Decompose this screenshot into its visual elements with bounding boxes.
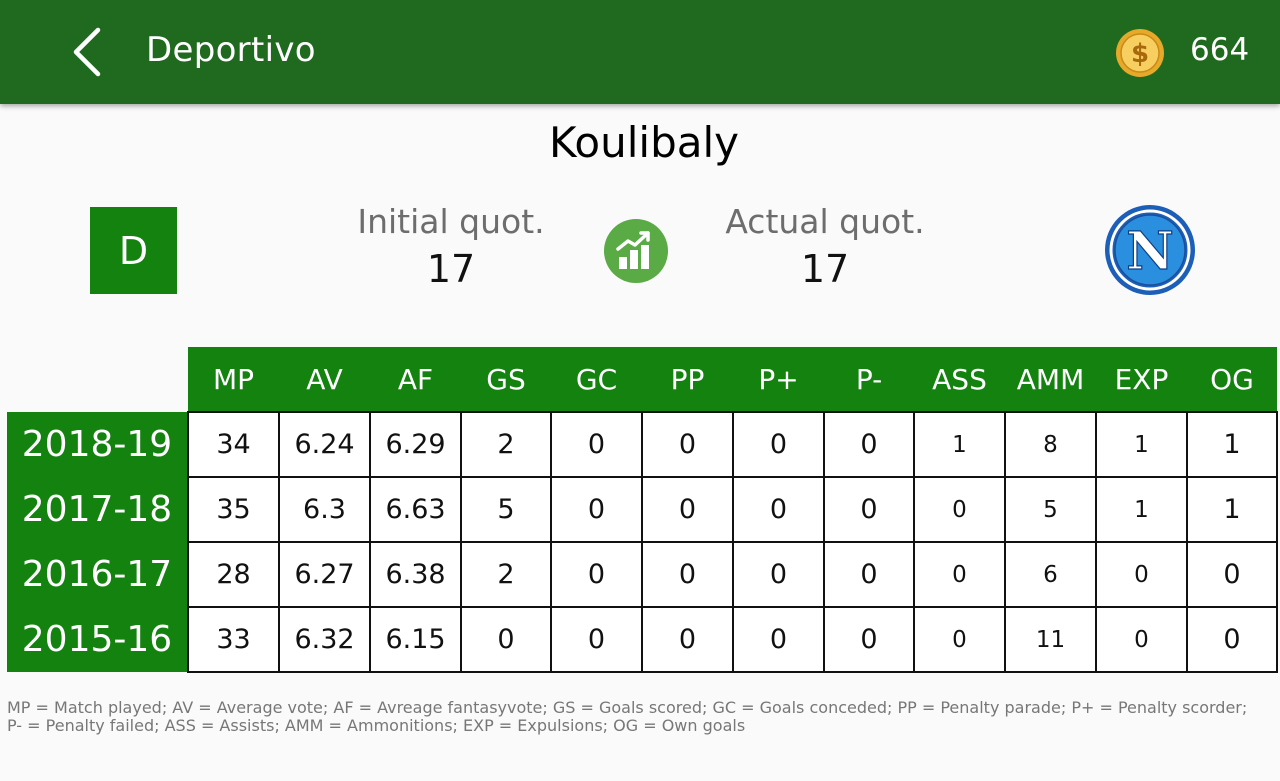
column-header: EXP xyxy=(1096,347,1187,412)
table-cell: 6.32 xyxy=(278,606,371,673)
table-cell: 6.63 xyxy=(369,476,462,543)
trend-chart-icon xyxy=(604,219,668,283)
actual-quotation-value: 17 xyxy=(800,247,850,291)
stats-table: MP AV AF GS GC PP P+ P- ASS AMM EXP OG 2… xyxy=(7,347,1278,673)
table-cell: 0 xyxy=(550,476,643,543)
coin-icon: $ xyxy=(1116,29,1164,77)
table-cell: 0 xyxy=(460,606,552,673)
initial-quotation-label: Initial quot. xyxy=(357,202,545,241)
table-cell: 0 xyxy=(550,411,643,478)
actual-quotation: Actual quot. 17 xyxy=(714,202,936,291)
actual-quotation-label: Actual quot. xyxy=(725,202,925,241)
table-cell: 6.3 xyxy=(278,476,371,543)
table-cell: 0 xyxy=(550,606,643,673)
table-header-row: MP AV AF GS GC PP P+ P- ASS AMM EXP OG xyxy=(7,347,1277,412)
table-row: 2016-17 28 6.27 6.38 2 0 0 0 0 0 6 0 0 xyxy=(7,541,1278,608)
table-cell: 6.38 xyxy=(369,541,462,608)
table-cell: 11 xyxy=(1004,606,1097,673)
table-cell: 1 xyxy=(1186,476,1278,543)
table-cell: 33 xyxy=(187,606,280,673)
table-cell: 0 xyxy=(913,541,1006,608)
app-bar: Deportivo $ 664 xyxy=(0,0,1280,104)
column-header: AF xyxy=(370,347,461,412)
svg-text:$: $ xyxy=(1131,39,1149,69)
table-row: 2015-16 33 6.32 6.15 0 0 0 0 0 0 11 0 0 xyxy=(7,606,1278,673)
table-cell: 0 xyxy=(641,476,734,543)
table-cell: 0 xyxy=(1095,541,1188,608)
column-header: PP xyxy=(642,347,733,412)
table-cell: 5 xyxy=(1004,476,1097,543)
table-cell: 34 xyxy=(187,411,280,478)
player-name: Koulibaly xyxy=(548,118,740,167)
table-cell: 6.15 xyxy=(369,606,462,673)
season-label: 2016-17 xyxy=(7,542,188,607)
column-header: GS xyxy=(461,347,551,412)
table-cell: 0 xyxy=(823,541,915,608)
table-cell: 0 xyxy=(641,411,734,478)
team-logo: N xyxy=(1105,205,1195,295)
table-cell: 6.27 xyxy=(278,541,371,608)
column-header: AMM xyxy=(1005,347,1096,412)
table-cell: 0 xyxy=(913,476,1006,543)
page-title: Deportivo xyxy=(146,30,316,70)
column-header: P+ xyxy=(733,347,824,412)
season-label: 2017-18 xyxy=(7,477,188,542)
table-cell: 0 xyxy=(550,541,643,608)
table-cell: 0 xyxy=(1095,606,1188,673)
table-cell: 0 xyxy=(1186,541,1278,608)
table-cell: 6.29 xyxy=(369,411,462,478)
table-cell: 1 xyxy=(913,411,1006,478)
table-cell: 1 xyxy=(1095,476,1188,543)
table-cell: 0 xyxy=(1186,606,1278,673)
column-header: OG xyxy=(1187,347,1277,412)
table-cell: 28 xyxy=(187,541,280,608)
table-cell: 2 xyxy=(460,411,552,478)
table-cell: 0 xyxy=(641,541,734,608)
table-cell: 2 xyxy=(460,541,552,608)
table-cell: 8 xyxy=(1004,411,1097,478)
table-cell: 0 xyxy=(732,606,825,673)
abbreviation-legend: MP = Match played; AV = Average vote; AF… xyxy=(7,698,1248,735)
column-header: AV xyxy=(279,347,370,412)
chevron-left-icon xyxy=(73,27,101,77)
table-cell: 6 xyxy=(1004,541,1097,608)
season-label: 2018-19 xyxy=(7,412,188,477)
table-row: 2017-18 35 6.3 6.63 5 0 0 0 0 0 5 1 1 xyxy=(7,476,1278,543)
table-cell: 0 xyxy=(823,606,915,673)
column-header: MP xyxy=(188,347,279,412)
table-cell: 1 xyxy=(1186,411,1278,478)
table-cell: 0 xyxy=(732,476,825,543)
table-cell: 5 xyxy=(460,476,552,543)
coin-count: 664 xyxy=(1190,32,1250,68)
table-corner xyxy=(7,347,188,412)
team-logo-letter: N xyxy=(1126,221,1174,282)
table-cell: 0 xyxy=(823,476,915,543)
table-cell: 0 xyxy=(913,606,1006,673)
table-cell: 0 xyxy=(641,606,734,673)
initial-quotation: Initial quot. 17 xyxy=(346,202,556,291)
table-cell: 0 xyxy=(823,411,915,478)
column-header: ASS xyxy=(914,347,1005,412)
table-row: 2018-19 34 6.24 6.29 2 0 0 0 0 1 8 1 1 xyxy=(7,411,1278,478)
table-cell: 35 xyxy=(187,476,280,543)
table-cell: 0 xyxy=(732,541,825,608)
back-button[interactable] xyxy=(62,20,114,84)
season-label: 2015-16 xyxy=(7,607,188,672)
initial-quotation-value: 17 xyxy=(426,247,476,291)
column-header: GC xyxy=(551,347,642,412)
column-header: P- xyxy=(824,347,914,412)
table-cell: 0 xyxy=(732,411,825,478)
role-badge: D xyxy=(90,207,177,294)
table-cell: 6.24 xyxy=(278,411,371,478)
table-cell: 1 xyxy=(1095,411,1188,478)
